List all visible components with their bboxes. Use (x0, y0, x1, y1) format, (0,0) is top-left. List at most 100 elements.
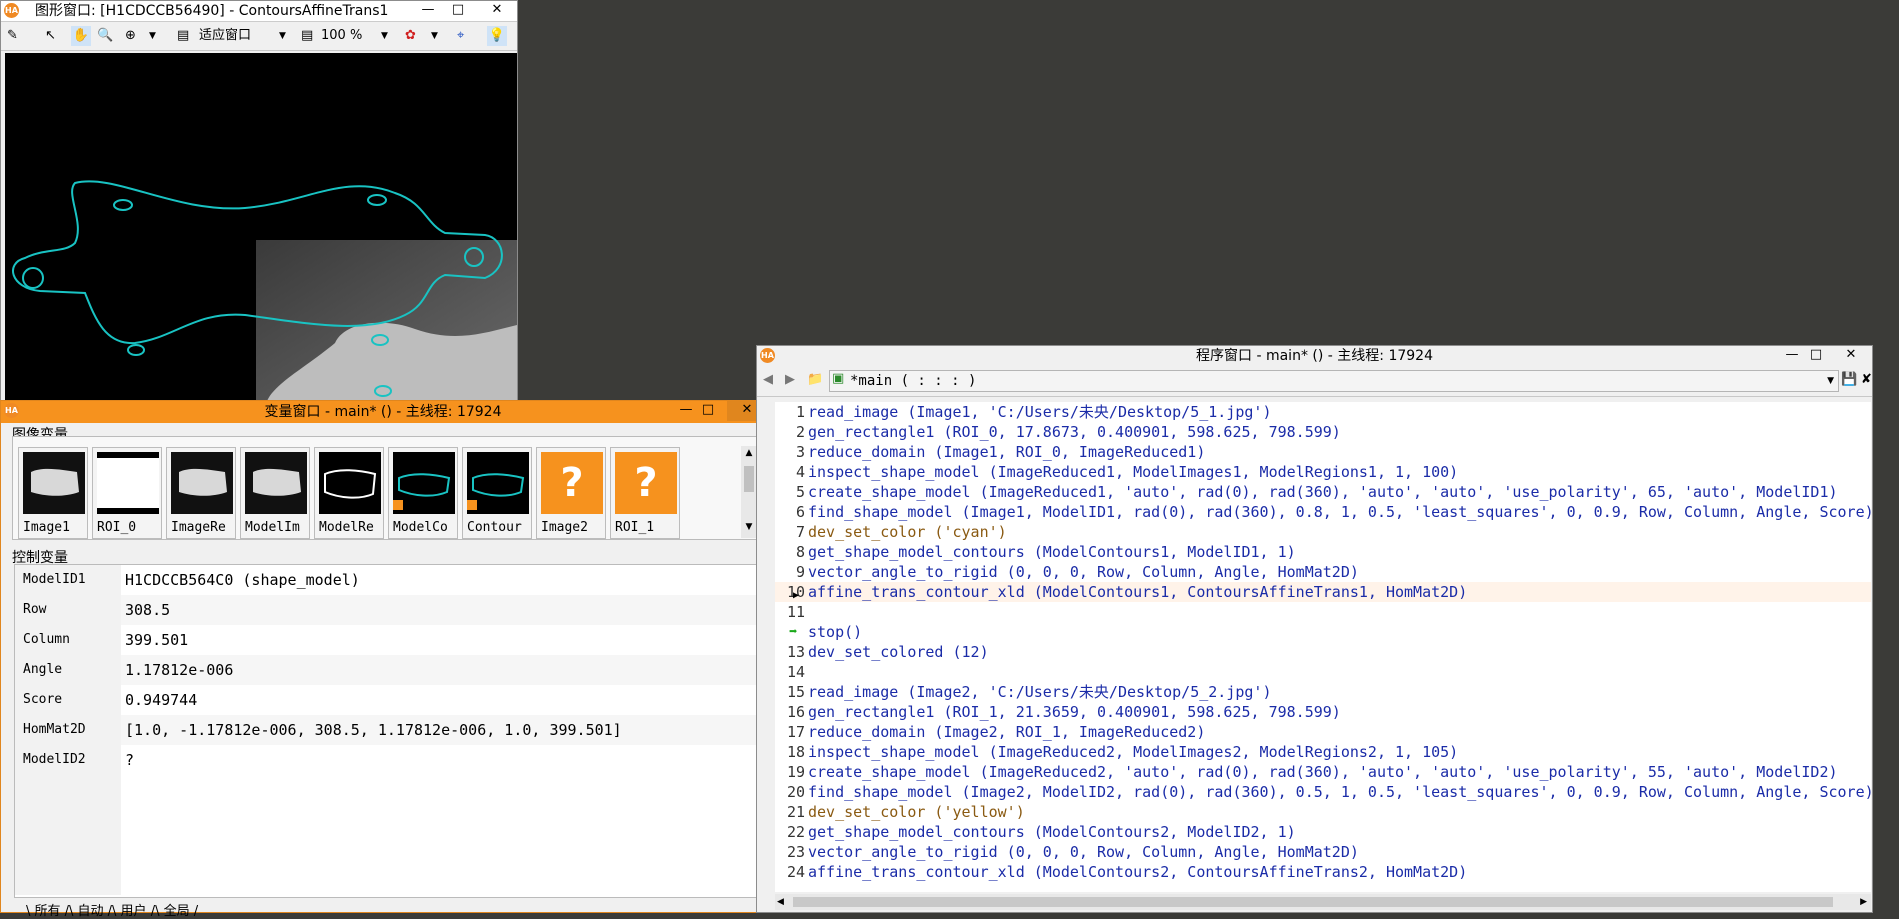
code-line[interactable]: 11 (775, 602, 1871, 622)
variable-tabs[interactable]: \ 所有 /\ 自动 /\ 用户 /\ 全局 / (26, 900, 198, 919)
forward-arrow-icon[interactable]: ▶ (785, 370, 795, 390)
folder-icon[interactable]: 📁 (807, 370, 823, 390)
control-variable-row[interactable]: ModelID1 H1CDCCB564C0 (shape_model) (15, 565, 759, 595)
chevron-right-icon[interactable]: ▶ (1860, 894, 1867, 910)
control-variable-name: ModelID2 (15, 745, 121, 775)
code-line[interactable]: 19 create_shape_model (ImageReduced2, 'au… (775, 762, 1871, 782)
scroll-thumb[interactable] (744, 466, 754, 492)
code-editor[interactable]: 1 read_image (Image1, 'C:/Users/未央/Deskto… (775, 402, 1871, 892)
clear-icon[interactable]: ✘ (1861, 370, 1872, 390)
thumbs-scrollbar[interactable]: ▲ ▼ (741, 446, 757, 538)
control-variable-row[interactable]: HomMat2D [1.0, -1.17812e-006, 308.5, 1.17… (15, 715, 759, 745)
chevron-down-icon[interactable]: ▼ (149, 26, 156, 46)
program-window-titlebar[interactable]: HA 程序窗口 - main* () - 主线程: 17924 — □ ✕ (757, 346, 1872, 366)
back-arrow-icon[interactable]: ◀ (763, 370, 773, 390)
fit-window-icon[interactable]: ▤ (177, 26, 189, 46)
axes-icon[interactable]: ⌖ (457, 26, 464, 46)
code-line[interactable]: 22 get_shape_model_contours (ModelContour… (775, 822, 1871, 842)
image-variable-thumb[interactable]: ModelRe (314, 447, 384, 539)
code-line[interactable]: stop() ➡ (775, 622, 1871, 642)
scroll-thumb[interactable] (793, 897, 1833, 907)
code-line[interactable]: 13 dev_set_colored (12) (775, 642, 1871, 662)
save-icon[interactable]: 💾 (1841, 370, 1857, 390)
control-variable-row[interactable]: Score 0.949744 (15, 685, 759, 715)
code-line[interactable]: 18 inspect_shape_model (ImageReduced2, Mo… (775, 742, 1871, 762)
code-line[interactable]: 23 vector_angle_to_rigid (0, 0, 0, Row, C… (775, 842, 1871, 862)
horizontal-scrollbar[interactable]: ◀ ▶ (775, 894, 1871, 910)
image-variable-thumb[interactable]: ? ROI_1 (610, 447, 680, 539)
program-window-title: 程序窗口 - main* () - 主线程: 17924 (1196, 348, 1433, 364)
code-text: gen_rectangle1 (ROI_0, 17.8673, 0.400901… (808, 423, 1341, 441)
minimize-button[interactable]: — (1779, 346, 1805, 366)
code-line[interactable]: 5 create_shape_model (ImageReduced1, 'aut… (775, 482, 1871, 502)
code-text: affine_trans_contour_xld (ModelContours1… (808, 583, 1468, 601)
maximize-button[interactable]: □ (445, 1, 471, 21)
maximize-button[interactable]: □ (1803, 346, 1829, 366)
line-number: 8 (795, 543, 805, 561)
code-line[interactable]: 21 dev_set_color ('yellow') (775, 802, 1871, 822)
code-line[interactable]: 4 inspect_shape_model (ImageReduced1, Mod… (775, 462, 1871, 482)
code-text: vector_angle_to_rigid (0, 0, 0, Row, Col… (808, 563, 1359, 581)
image-variable-thumb[interactable]: ROI_0 (92, 447, 162, 539)
chevron-down-icon[interactable]: ▼ (381, 26, 388, 46)
close-button[interactable]: ✕ (1831, 346, 1871, 366)
code-line[interactable]: 9 vector_angle_to_rigid (0, 0, 0, Row, Co… (775, 562, 1871, 582)
control-variable-value: 308.5 (125, 601, 171, 619)
thumbnail-label: ModelRe (319, 520, 374, 535)
code-text: get_shape_model_contours (ModelContours2… (808, 823, 1296, 841)
graphics-toolbar: ✎ ↖ ✋ 🔍 ⊕ ▼ ▤ 适应窗口 ▼ ▤ 100 % ▼ ✿ ▼ ⌖ 💡 (1, 22, 517, 51)
color-icon[interactable]: ✿ (405, 26, 416, 46)
pointer-icon[interactable]: ↖ (45, 26, 56, 46)
control-variable-row[interactable]: Angle 1.17812e-006 (15, 655, 759, 685)
image-variable-thumb[interactable]: Contour (462, 447, 532, 539)
chevron-down-icon[interactable]: ▼ (279, 26, 286, 46)
pan-hand-icon[interactable]: ✋ (71, 26, 91, 46)
maximize-button[interactable]: □ (695, 401, 721, 421)
image-variable-thumb[interactable]: ? Image2 (536, 447, 606, 539)
chevron-down-icon[interactable]: ▼ (741, 522, 757, 532)
chevron-down-icon[interactable]: ▼ (431, 26, 438, 46)
line-number: 22 (786, 823, 805, 841)
code-line[interactable]: 3 reduce_domain (Image1, ROI_0, ImageRedu… (775, 442, 1871, 462)
code-line[interactable]: 8 get_shape_model_contours (ModelContours… (775, 542, 1871, 562)
code-line[interactable]: 17 reduce_domain (Image2, ROI_1, ImageRed… (775, 722, 1871, 742)
graphics-window-titlebar[interactable]: HA 图形窗口: [H1CDCCB56490] - ContoursAffine… (1, 1, 517, 22)
line-number: 17 (786, 723, 805, 741)
thumbnail-label: Image1 (23, 520, 70, 535)
code-line[interactable]: 6 find_shape_model (Image1, ModelID1, rad… (775, 502, 1871, 522)
chevron-up-icon[interactable]: ▲ (741, 448, 757, 458)
control-variable-name: Score (15, 685, 121, 715)
image-canvas[interactable] (5, 53, 517, 401)
code-line[interactable]: 20 find_shape_model (Image2, ModelID2, ra… (775, 782, 1871, 802)
fit-window-label[interactable]: 适应窗口 (199, 26, 251, 46)
image-variable-thumb[interactable]: ImageRe (166, 447, 236, 539)
chevron-left-icon[interactable]: ◀ (777, 894, 784, 910)
image-variable-thumb[interactable]: Image1 (18, 447, 88, 539)
code-line[interactable]: 14 (775, 662, 1871, 682)
code-line[interactable]: 15 read_image (Image2, 'C:/Users/未央/Deskt… (775, 682, 1871, 702)
chevron-down-icon[interactable]: ▼ (1827, 371, 1834, 391)
code-line[interactable]: 24 affine_trans_contour_xld (ModelContour… (775, 862, 1871, 882)
control-variable-row[interactable]: Column 399.501 (15, 625, 759, 655)
code-line[interactable]: 16 gen_rectangle1 (ROI_1, 21.3659, 0.4009… (775, 702, 1871, 722)
zoom-level-label[interactable]: 100 % (321, 26, 362, 46)
edit-icon[interactable]: ✎ (7, 26, 18, 46)
close-button[interactable]: ✕ (477, 1, 517, 21)
image-variable-thumb[interactable]: ModelCo (388, 447, 458, 539)
zoom-level-icon[interactable]: ▤ (301, 26, 313, 46)
image-variable-thumb[interactable]: ModelIm (240, 447, 310, 539)
code-line[interactable]: 2 gen_rectangle1 (ROI_0, 17.8673, 0.40090… (775, 422, 1871, 442)
variable-window-titlebar[interactable]: HA 变量窗口 - main* () - 主线程: 17924 — □ ✕ (1, 401, 767, 423)
thumbnail-image (23, 452, 85, 514)
procedure-selector[interactable]: ▣ *main ( : : : ) ▼ (829, 370, 1839, 392)
code-line[interactable]: 1 read_image (Image1, 'C:/Users/未央/Deskto… (775, 402, 1871, 422)
minimize-button[interactable]: — (415, 1, 441, 21)
zoom-icon[interactable]: 🔍 (97, 26, 113, 46)
control-variable-value: H1CDCCB564C0 (shape_model) (125, 571, 360, 589)
control-variable-row[interactable]: ModelID2? (15, 745, 759, 775)
zoom-in-icon[interactable]: ⊕ (125, 26, 136, 46)
code-line[interactable]: 7 dev_set_color ('cyan') (775, 522, 1871, 542)
control-variable-row[interactable]: Row 308.5 (15, 595, 759, 625)
lightbulb-icon[interactable]: 💡 (487, 26, 507, 46)
code-line[interactable]: 10 affine_trans_contour_xld (ModelContour… (775, 582, 1871, 602)
